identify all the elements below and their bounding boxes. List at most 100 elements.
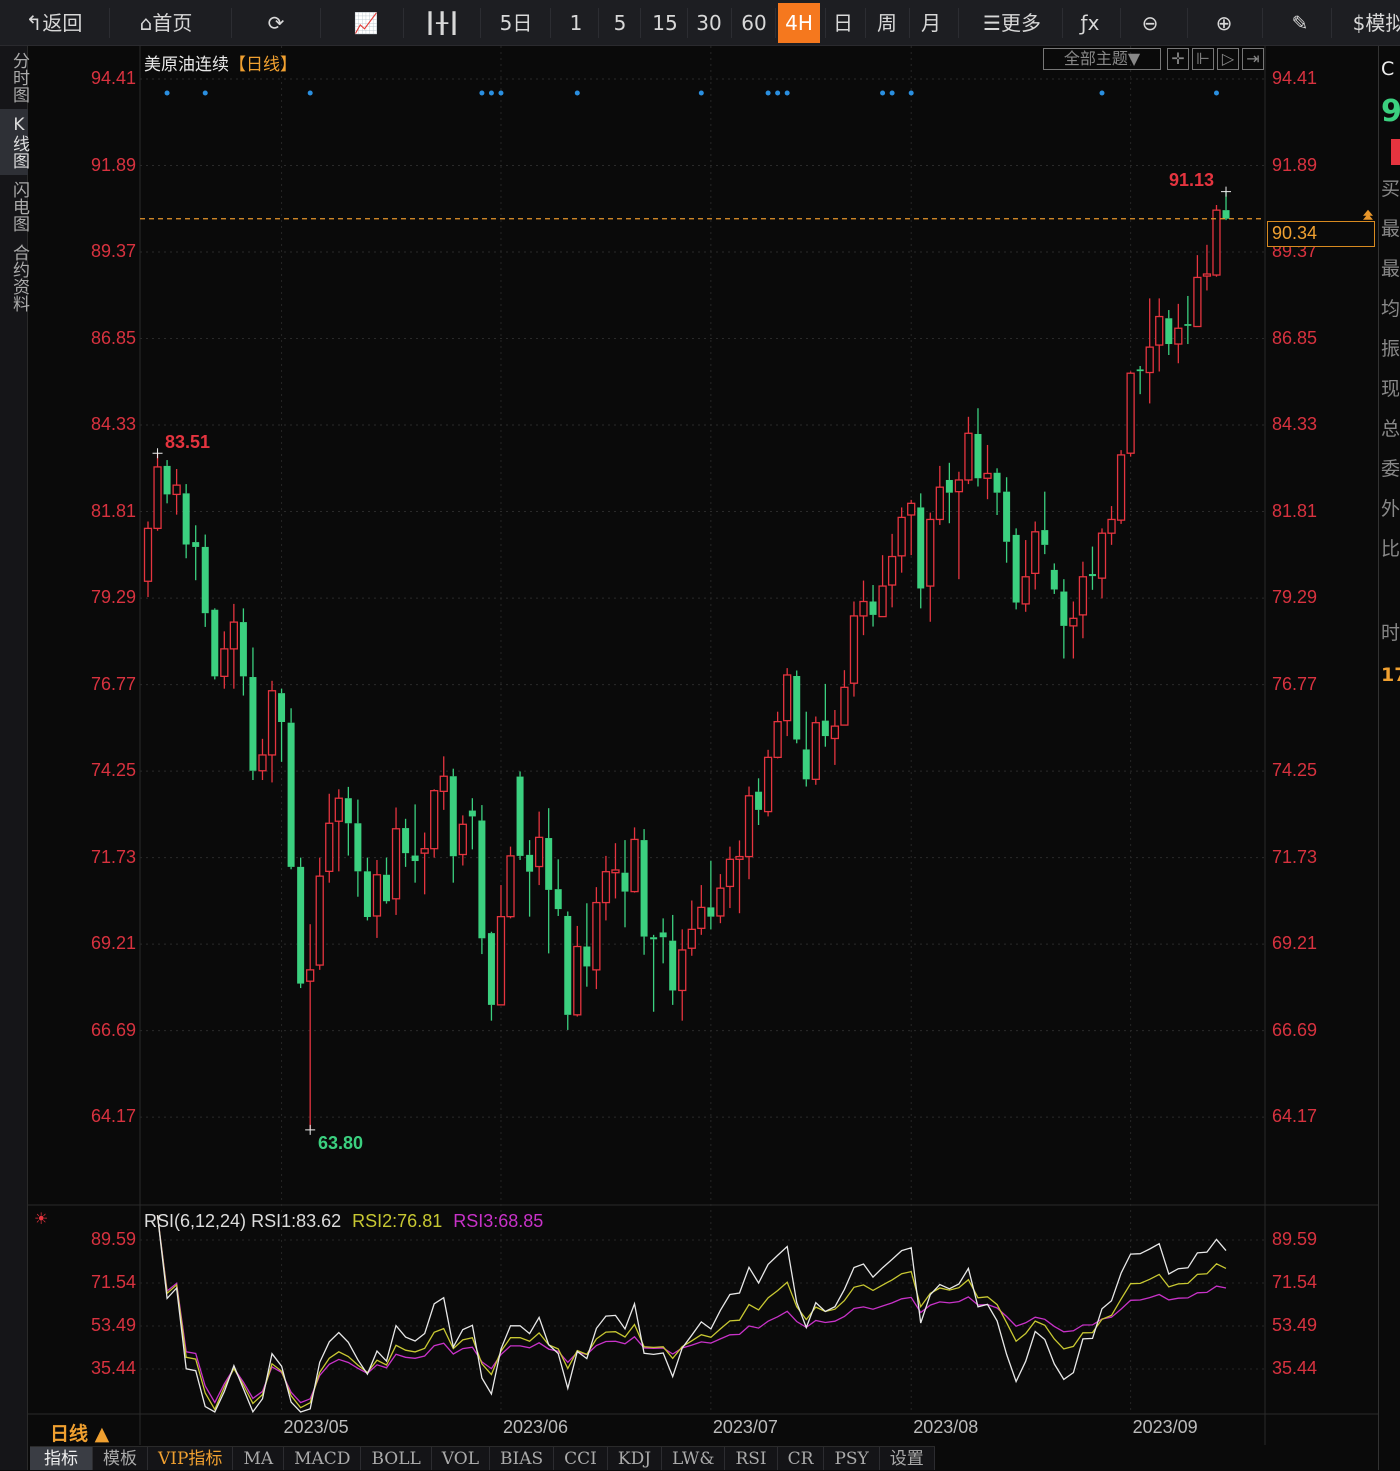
candle-body	[687, 928, 696, 949]
indicator-tab[interactable]: MACD	[284, 1447, 362, 1470]
price-tick-right: 81.81	[1272, 500, 1318, 521]
candle-body	[1060, 591, 1068, 626]
toolbar-divider	[109, 8, 110, 38]
indicator-tab[interactable]: CCI	[554, 1447, 608, 1470]
period-15[interactable]: 15	[648, 0, 682, 46]
candle-body	[430, 790, 439, 850]
indicator-tab[interactable]: BOLL	[361, 1447, 432, 1470]
indicator-tab[interactable]: 指标	[30, 1447, 93, 1470]
candle-body	[964, 432, 973, 481]
event-marker-icon	[479, 90, 485, 96]
theme-dropdown[interactable]: 全部主题▼	[1043, 48, 1161, 70]
zoom-out-button[interactable]: ⊖	[1132, 0, 1168, 46]
candle-body	[983, 472, 992, 479]
candle	[526, 840, 534, 917]
home-button[interactable]: ⌂首页	[128, 0, 204, 46]
candle	[211, 608, 219, 680]
indicator-tab[interactable]: 模板	[93, 1447, 148, 1470]
candle	[1060, 579, 1068, 659]
candle	[372, 860, 382, 938]
crosshair-icon[interactable]: ✛	[1167, 48, 1189, 70]
candle-body	[344, 798, 352, 824]
refresh-button[interactable]: ⟳	[258, 0, 294, 46]
back-arrow-button[interactable]: ↰返回	[18, 0, 90, 46]
play-icon[interactable]: ▷	[1217, 48, 1239, 70]
period-5日[interactable]: 5日	[496, 0, 536, 46]
indicator-tab[interactable]: 设置	[880, 1447, 935, 1470]
sidebar-tab-contract-info[interactable]: 合约资料	[0, 238, 29, 318]
period-1[interactable]: 1	[564, 0, 588, 46]
sidebar-tab-kline[interactable]: K线图	[0, 109, 29, 175]
candlestick-button[interactable]: ┃╂┃	[420, 0, 464, 46]
zoom-in-button[interactable]: ⊕	[1206, 0, 1242, 46]
indicator-tab[interactable]: BIAS	[490, 1447, 555, 1470]
toolbar-divider	[731, 8, 732, 38]
period-月[interactable]: 月	[918, 0, 944, 46]
period-4H[interactable]: 4H	[778, 3, 820, 43]
quote-field-label: 振	[1381, 338, 1400, 360]
indicator-tab[interactable]: LW&	[662, 1447, 726, 1470]
sidebar-tab-flash[interactable]: 闪电图	[0, 175, 29, 238]
period-日[interactable]: 日	[830, 0, 856, 46]
candle	[391, 807, 401, 915]
candle-body	[315, 875, 324, 966]
period-5[interactable]: 5	[608, 0, 632, 46]
move-right-icon[interactable]: ⇥	[1242, 48, 1264, 70]
rsi-label: RSI(6,12,24)	[144, 1211, 247, 1231]
menu-button[interactable]: ☰更多	[972, 0, 1052, 46]
toolbar-divider	[598, 8, 599, 38]
indicator-settings-icon[interactable]: ☀	[34, 1209, 48, 1228]
quote-field-label: 均	[1381, 298, 1400, 320]
candle-body	[220, 648, 229, 677]
dollar-button[interactable]: $模拟	[1344, 0, 1400, 46]
quote-field-label: 17	[1381, 664, 1400, 686]
date-label: 2023/06	[502, 1417, 569, 1437]
event-marker-icon	[574, 90, 580, 96]
candle	[239, 608, 247, 696]
chart-canvas[interactable]	[0, 0, 1400, 1470]
formula-button[interactable]: ƒx	[1072, 0, 1108, 46]
candle-body	[325, 822, 334, 872]
candle-body	[1021, 576, 1030, 605]
candle-body	[468, 810, 476, 817]
candle-body	[783, 674, 792, 722]
candle	[897, 507, 906, 573]
period-30[interactable]: 30	[692, 0, 726, 46]
indicator-tab[interactable]: CR	[778, 1447, 825, 1470]
candle	[201, 534, 209, 627]
indicator-tab[interactable]: MA	[233, 1447, 285, 1470]
period-周[interactable]: 周	[874, 0, 900, 46]
indicator-tab[interactable]: PSY	[824, 1447, 880, 1470]
candle	[564, 911, 572, 1030]
rsi-tick-right: 53.49	[1272, 1315, 1318, 1336]
period-selector[interactable]: 日线 ▲	[50, 1419, 109, 1446]
price-tick-left: 64.17	[90, 1106, 136, 1127]
candle-body	[439, 775, 448, 792]
price-tick-left: 86.85	[90, 327, 136, 348]
candle	[821, 683, 829, 747]
candle	[506, 846, 515, 919]
candle	[840, 670, 849, 726]
price-tick-left: 89.37	[90, 241, 136, 262]
indicator-chart-button[interactable]: 📈	[346, 0, 386, 46]
candle-body	[611, 869, 620, 874]
candle	[811, 716, 820, 785]
indicator-tab[interactable]: KDJ	[608, 1447, 663, 1470]
indicator-tab[interactable]: VIP指标	[148, 1447, 234, 1470]
pen-button[interactable]: ✎	[1282, 0, 1318, 46]
period-60[interactable]: 60	[736, 0, 772, 46]
price-tick-right: 86.85	[1272, 327, 1318, 348]
candle	[640, 829, 648, 955]
toolbar-divider	[640, 8, 641, 38]
price-tick-left: 69.21	[90, 933, 136, 954]
sidebar-tab-intraday[interactable]: 分时图	[0, 46, 29, 109]
indicator-tab[interactable]: RSI	[725, 1447, 778, 1470]
fit-range-icon[interactable]: ⊩	[1192, 48, 1214, 70]
toolbar-divider	[1187, 8, 1188, 38]
candle-body	[802, 749, 810, 780]
candle-body	[811, 722, 820, 780]
candle-body	[869, 601, 877, 615]
candle	[496, 885, 506, 1006]
candle	[573, 925, 582, 1017]
indicator-tab[interactable]: VOL	[432, 1447, 490, 1470]
